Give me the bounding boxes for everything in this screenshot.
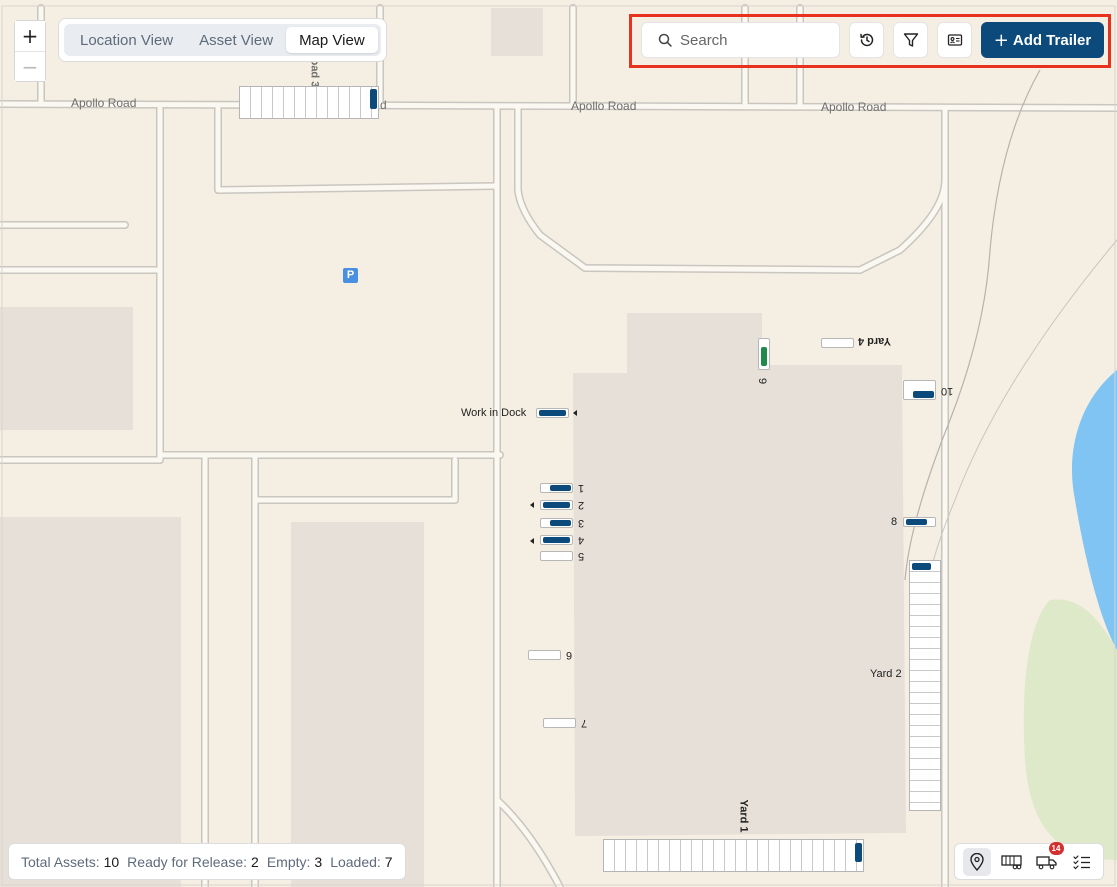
trailer-door-4[interactable] (543, 537, 570, 543)
trailer-door-1[interactable] (550, 485, 571, 491)
door-10-label: 10 (941, 385, 954, 397)
door-1-label: 1 (578, 482, 585, 494)
trailer-door-9[interactable] (761, 347, 767, 366)
filter-icon (903, 33, 918, 47)
trailer-yard-2[interactable] (912, 563, 931, 570)
trailer-door-8[interactable] (906, 519, 927, 525)
view-toggle: Location View Asset View Map View (58, 18, 387, 62)
door-2-marker-icon (530, 502, 534, 508)
location-pin-button[interactable] (962, 847, 991, 876)
door-6-label: 6 (566, 649, 573, 661)
checklist-icon (1072, 854, 1090, 869)
work-in-dock-label: Work in Dock (461, 407, 527, 419)
total-assets-value: 10 (103, 853, 120, 870)
yard-strip-top[interactable] (239, 86, 379, 119)
tab-asset-view[interactable]: Asset View (186, 27, 286, 53)
empty-value: 3 (314, 853, 323, 870)
checklist-button[interactable] (1068, 848, 1096, 876)
search-box[interactable] (641, 22, 840, 58)
loaded-label: Loaded: (330, 853, 381, 870)
door-4-marker-icon (530, 538, 534, 544)
filter-button[interactable] (893, 22, 928, 58)
add-trailer-label: Add Trailer (1012, 31, 1092, 49)
zoom-out-button[interactable]: − (15, 51, 45, 81)
door-6-slot[interactable] (528, 650, 561, 660)
door-7-label: 7 (581, 717, 588, 729)
yard-1-strip[interactable] (603, 839, 864, 872)
door-2-label: 2 (578, 499, 585, 511)
history-icon (859, 33, 873, 47)
empty-label: Empty: (266, 853, 311, 870)
yard4-label: Yard 4 (858, 335, 892, 347)
trailer-icon (1000, 854, 1022, 869)
history-button[interactable] (849, 22, 884, 58)
truck-button[interactable]: 14 (1033, 841, 1064, 876)
plus-icon: + (993, 29, 1009, 51)
door-4-label: 4 (578, 534, 585, 546)
yard-2-strip[interactable] (909, 560, 941, 811)
yard4-slot[interactable] (821, 338, 854, 348)
tab-location-view[interactable]: Location View (67, 27, 186, 53)
yard-map[interactable]: Apollo Road Apollo Road Apollo Road Road… (0, 0, 1117, 887)
zoom-in-button[interactable]: + (15, 21, 45, 51)
parking-icon: P (343, 268, 358, 283)
yard-2-label: Yard 2 (870, 668, 902, 680)
door-3-label: 3 (578, 517, 585, 529)
tab-map-view[interactable]: Map View (286, 27, 378, 53)
dock-marker-icon (573, 410, 577, 416)
bottom-icon-bar: 14 (954, 841, 1104, 880)
ready-label: Ready for Release: (127, 853, 248, 870)
road-label-apollo-1: Apollo Road (71, 96, 137, 110)
road-label-apollo-3: Apollo Road (821, 100, 887, 114)
door-8-label: 8 (891, 516, 898, 528)
trailer-door-3[interactable] (550, 520, 571, 526)
trailer-yard-1[interactable] (855, 843, 862, 862)
id-card-button[interactable] (937, 22, 972, 58)
yard-1-label: Yard 1 (737, 799, 750, 833)
door-5-slot[interactable] (540, 551, 573, 561)
road-label-d: d (380, 98, 387, 112)
trailer-door-2[interactable] (543, 502, 570, 508)
door-9-label: 9 (756, 377, 769, 385)
trailer-door-10[interactable] (913, 391, 934, 398)
add-trailer-button[interactable]: + Add Trailer (981, 22, 1104, 58)
loaded-value: 7 (384, 853, 393, 870)
road-label-apollo-2: Apollo Road (571, 99, 637, 113)
id-card-icon (947, 34, 962, 46)
search-input[interactable] (680, 31, 830, 49)
truck-badge: 14 (1048, 841, 1064, 855)
trailer-work-in-dock[interactable] (539, 410, 566, 416)
door-7-slot[interactable] (543, 718, 576, 728)
truck-icon (1035, 855, 1057, 869)
door-5-label: 5 (578, 550, 585, 562)
ready-value: 2 (251, 853, 259, 870)
location-pin-icon (969, 852, 984, 871)
total-assets-label: Total Assets: (21, 853, 100, 870)
map-base (0, 4, 1117, 887)
zoom-control: + − (14, 20, 46, 82)
trailer-button[interactable] (998, 848, 1026, 876)
search-icon (658, 33, 672, 47)
asset-stats: Total Assets: 10 Ready for Release: 2 Em… (8, 843, 406, 880)
trailer-top-yard[interactable] (370, 89, 377, 109)
